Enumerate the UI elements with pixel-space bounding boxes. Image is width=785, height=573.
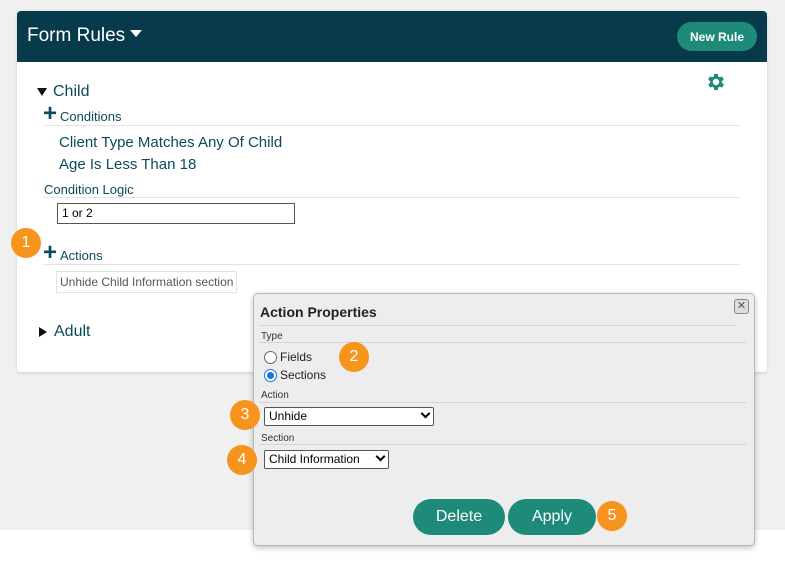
type-radio-sections[interactable]: Sections [264, 368, 326, 382]
type-label: Type [261, 331, 283, 342]
divider [43, 197, 740, 198]
section-label: Section [261, 433, 295, 444]
chevron-down-icon [375, 451, 386, 462]
action-select-value: Unhide [269, 409, 308, 423]
caret-down-icon [37, 88, 47, 96]
close-icon[interactable]: ✕ [734, 299, 749, 314]
section-select-value: Child Information [269, 452, 360, 466]
step-badge-4: 4 [227, 445, 257, 475]
caret-right-icon [39, 327, 47, 337]
divider [43, 264, 740, 265]
divider [259, 342, 746, 343]
condition-item[interactable]: Client Type Matches Any Of Child [59, 134, 282, 151]
action-item[interactable]: Unhide Child Information section [56, 271, 238, 293]
rule-label-child: Child [53, 83, 90, 100]
dialog-title: Action Properties [260, 304, 377, 320]
condition-logic-input[interactable]: 1 or 2 [57, 203, 295, 224]
add-action-button[interactable]: + Actions [43, 239, 103, 266]
add-condition-button[interactable]: + Conditions [43, 100, 122, 127]
plus-icon: + [43, 100, 58, 127]
caret-down-icon [130, 30, 143, 38]
rule-toggle-child[interactable]: Child [37, 83, 89, 101]
divider [259, 325, 735, 326]
step-badge-3: 3 [230, 400, 260, 430]
actions-label: Actions [60, 248, 103, 263]
gear-icon[interactable] [705, 71, 727, 93]
delete-button[interactable]: Delete [413, 499, 505, 535]
action-label: Action [261, 390, 289, 401]
rule-label-adult: Adult [54, 323, 91, 340]
rule-toggle-adult[interactable]: Adult [39, 323, 90, 341]
conditions-label: Conditions [60, 109, 122, 124]
step-badge-5: 5 [597, 501, 627, 531]
section-select[interactable]: Child Information [264, 450, 389, 469]
condition-item[interactable]: Age Is Less Than 18 [59, 156, 196, 173]
radio-unchecked-icon[interactable] [264, 350, 277, 364]
card-header: Form Rules New Rule [17, 11, 767, 62]
action-properties-dialog: Action Properties ✕ Type Fields Sections… [253, 293, 755, 546]
apply-button[interactable]: Apply [508, 499, 596, 535]
form-rules-title[interactable]: Form Rules [27, 25, 143, 47]
type-radio-fields[interactable]: Fields [264, 350, 312, 364]
plus-icon: + [43, 239, 58, 266]
step-badge-1: 1 [11, 228, 41, 258]
step-badge-2: 2 [339, 342, 369, 372]
radio-checked-icon[interactable] [264, 368, 277, 382]
divider [259, 402, 746, 403]
action-select[interactable]: Unhide [264, 407, 434, 426]
divider [259, 444, 746, 445]
chevron-down-icon [420, 408, 431, 419]
divider [43, 125, 740, 126]
form-rules-title-label: Form Rules [27, 25, 126, 46]
new-rule-button[interactable]: New Rule [677, 22, 757, 51]
condition-logic-label: Condition Logic [44, 182, 134, 197]
type-option-fields: Fields [280, 350, 313, 364]
type-option-sections: Sections [280, 368, 327, 382]
